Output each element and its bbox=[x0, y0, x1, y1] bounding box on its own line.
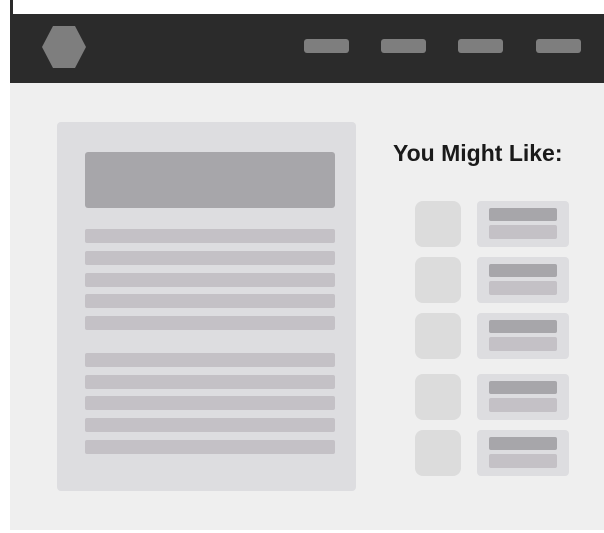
text-line bbox=[85, 353, 335, 367]
edge-tick bbox=[10, 0, 13, 14]
recommendation-card[interactable] bbox=[477, 257, 569, 303]
article-image-placeholder bbox=[85, 152, 335, 208]
recommendation-thumbnail[interactable] bbox=[415, 257, 461, 303]
recommendation-title-placeholder bbox=[489, 208, 557, 221]
recommendation-title-placeholder bbox=[489, 381, 557, 394]
recommendation-title-placeholder bbox=[489, 437, 557, 450]
app-frame: You Might Like: bbox=[10, 14, 604, 530]
recommendations-title: You Might Like: bbox=[393, 140, 563, 166]
text-line bbox=[85, 440, 335, 454]
recommendation-subtitle-placeholder bbox=[489, 337, 557, 351]
recommendation-card[interactable] bbox=[477, 201, 569, 247]
recommendation-card[interactable] bbox=[477, 430, 569, 476]
recommendation-title-placeholder bbox=[489, 264, 557, 277]
nav-link-4[interactable] bbox=[536, 39, 581, 53]
recommendation-subtitle-placeholder bbox=[489, 225, 557, 239]
nav-link-1[interactable] bbox=[304, 39, 349, 53]
recommendation-subtitle-placeholder bbox=[489, 398, 557, 412]
nav-link-3[interactable] bbox=[458, 39, 503, 53]
recommendation-thumbnail[interactable] bbox=[415, 374, 461, 420]
recommendation-title-placeholder bbox=[489, 320, 557, 333]
text-line bbox=[85, 375, 335, 389]
text-line bbox=[85, 316, 335, 330]
recommendation-subtitle-placeholder bbox=[489, 454, 557, 468]
text-line bbox=[85, 229, 335, 243]
top-navigation-bar bbox=[10, 14, 604, 83]
text-line bbox=[85, 418, 335, 432]
recommendation-thumbnail[interactable] bbox=[415, 430, 461, 476]
text-line bbox=[85, 273, 335, 287]
hexagon-icon[interactable] bbox=[40, 24, 88, 70]
main-article bbox=[57, 122, 356, 491]
recommendation-subtitle-placeholder bbox=[489, 281, 557, 295]
text-line bbox=[85, 251, 335, 265]
recommendation-card[interactable] bbox=[477, 374, 569, 420]
page: You Might Like: bbox=[0, 0, 604, 533]
nav-link-2[interactable] bbox=[381, 39, 426, 53]
recommendation-thumbnail[interactable] bbox=[415, 313, 461, 359]
recommendation-thumbnail[interactable] bbox=[415, 201, 461, 247]
recommendation-card[interactable] bbox=[477, 313, 569, 359]
text-line bbox=[85, 396, 335, 410]
text-line bbox=[85, 294, 335, 308]
